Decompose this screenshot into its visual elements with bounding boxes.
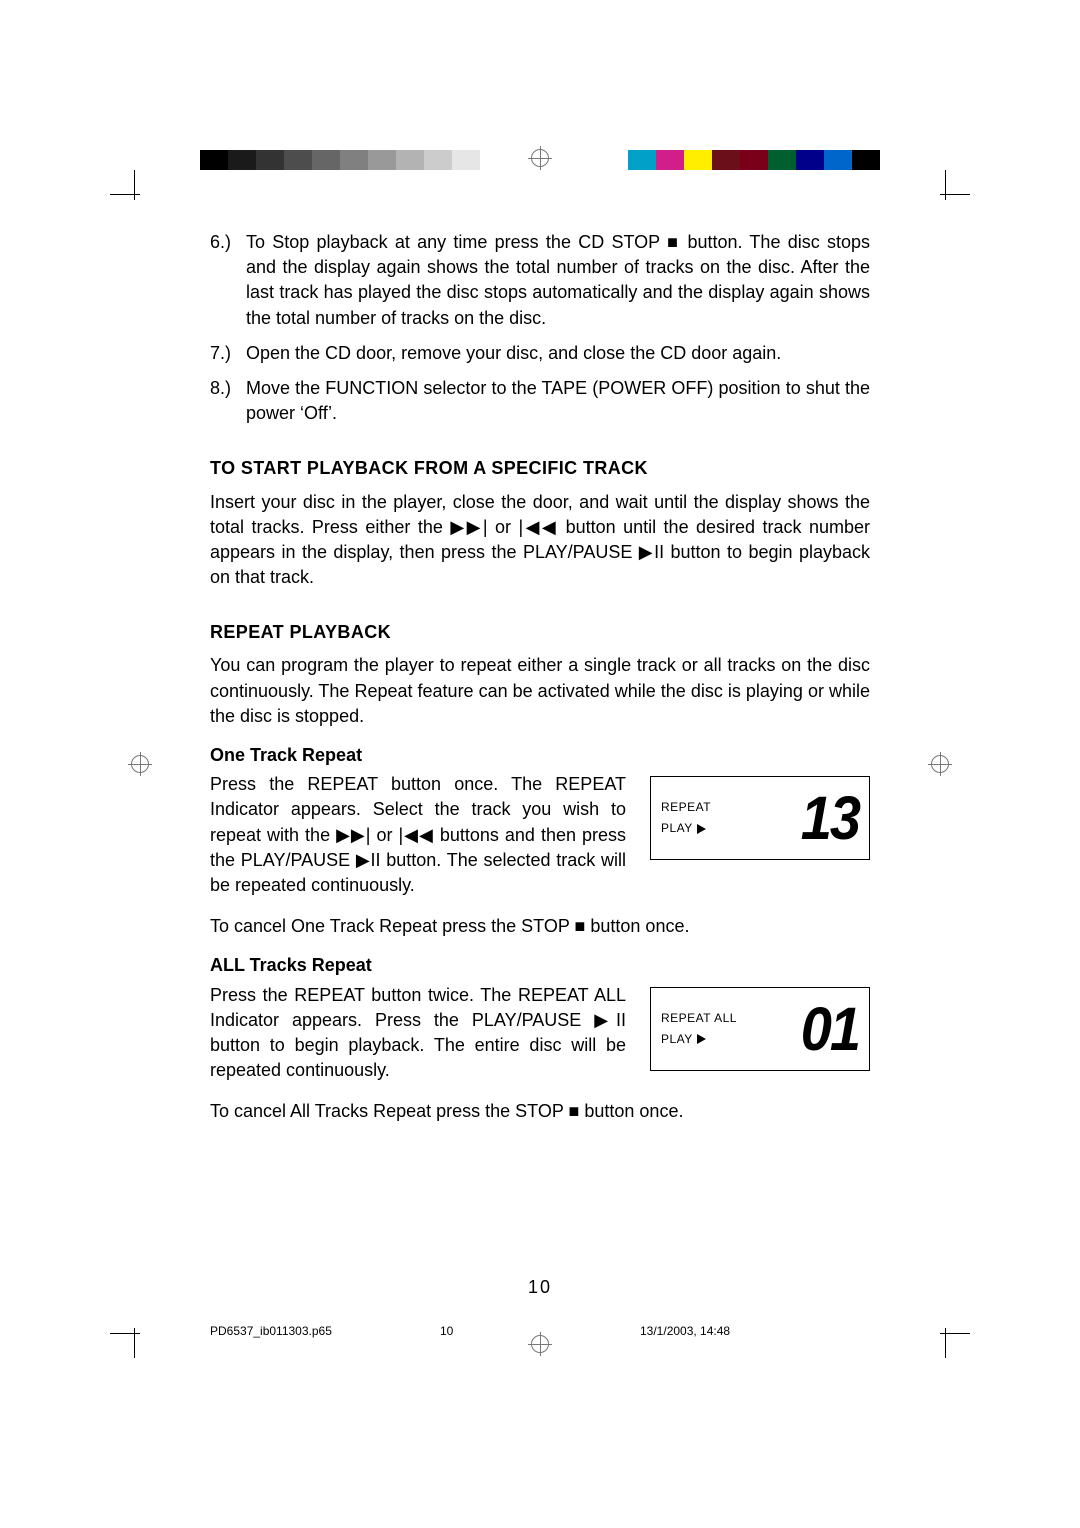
color-swatch <box>228 150 256 170</box>
list-text: Move the FUNCTION selector to the TAPE (… <box>246 376 870 426</box>
crop-mark <box>120 180 150 210</box>
lcd-label: PLAY <box>661 1031 693 1048</box>
lcd-display-one-track: REPEAT PLAY 13 <box>650 776 870 860</box>
instruction-list: 6.)To Stop playback at any time press th… <box>210 230 870 426</box>
crop-mark <box>930 180 960 210</box>
color-swatch <box>312 150 340 170</box>
list-number: 6.) <box>210 230 246 331</box>
page-content: 6.)To Stop playback at any time press th… <box>210 230 870 1132</box>
body-paragraph: Press the REPEAT button once. The REPEAT… <box>210 772 626 898</box>
color-swatch <box>656 150 684 170</box>
lcd-label: REPEAT <box>661 799 711 816</box>
play-icon <box>697 1034 706 1044</box>
section-heading: TO START PLAYBACK FROM A SPECIFIC TRACK <box>210 456 870 481</box>
manual-page: 6.)To Stop playback at any time press th… <box>0 0 1080 1528</box>
body-paragraph: To cancel All Tracks Repeat press the ST… <box>210 1099 870 1124</box>
registration-mark-icon <box>128 752 152 776</box>
lcd-label: REPEAT ALL <box>661 1010 737 1027</box>
crop-mark <box>930 1318 960 1348</box>
color-swatch <box>368 150 396 170</box>
body-paragraph: To cancel One Track Repeat press the STO… <box>210 914 870 939</box>
print-color-bar <box>200 150 880 170</box>
color-swatch <box>340 150 368 170</box>
color-swatch <box>796 150 824 170</box>
list-number: 7.) <box>210 341 246 366</box>
print-footer: PD6537_ib011303.p65 10 13/1/2003, 14:48 <box>210 1323 870 1340</box>
registration-mark-icon <box>928 752 952 776</box>
color-swatch <box>452 150 480 170</box>
color-swatch <box>712 150 740 170</box>
crop-mark <box>120 1318 150 1348</box>
footer-filename: PD6537_ib011303.p65 <box>210 1323 440 1340</box>
lcd-digits: 13 <box>801 787 859 849</box>
color-swatch <box>480 150 508 170</box>
list-number: 8.) <box>210 376 246 426</box>
play-icon <box>697 824 706 834</box>
page-number: 10 <box>0 1275 1080 1300</box>
list-item: 8.)Move the FUNCTION selector to the TAP… <box>210 376 870 426</box>
lcd-digits: 01 <box>801 998 859 1060</box>
lcd-display-all-tracks: REPEAT ALL PLAY 01 <box>650 987 870 1071</box>
footer-page: 10 <box>440 1323 560 1340</box>
footer-date: 13/1/2003, 14:48 <box>560 1323 870 1340</box>
color-swatch <box>740 150 768 170</box>
color-swatch <box>284 150 312 170</box>
color-swatch <box>852 150 880 170</box>
color-swatch <box>684 150 712 170</box>
lcd-label: PLAY <box>661 820 693 837</box>
color-swatch <box>256 150 284 170</box>
section-heading: REPEAT PLAYBACK <box>210 620 870 645</box>
body-paragraph: Press the REPEAT button twice. The REPEA… <box>210 983 626 1084</box>
color-swatch <box>200 150 228 170</box>
color-swatch <box>768 150 796 170</box>
list-text: Open the CD door, remove your disc, and … <box>246 341 781 366</box>
subsection-heading: One Track Repeat <box>210 743 870 768</box>
list-text: To Stop playback at any time press the C… <box>246 230 870 331</box>
list-item: 6.)To Stop playback at any time press th… <box>210 230 870 331</box>
subsection-heading: ALL Tracks Repeat <box>210 953 870 978</box>
color-swatch <box>396 150 424 170</box>
body-paragraph: Insert your disc in the player, close th… <box>210 490 870 591</box>
color-swatch <box>424 150 452 170</box>
color-swatch <box>824 150 852 170</box>
color-swatch <box>628 150 656 170</box>
list-item: 7.)Open the CD door, remove your disc, a… <box>210 341 870 366</box>
body-paragraph: You can program the player to repeat eit… <box>210 653 870 729</box>
